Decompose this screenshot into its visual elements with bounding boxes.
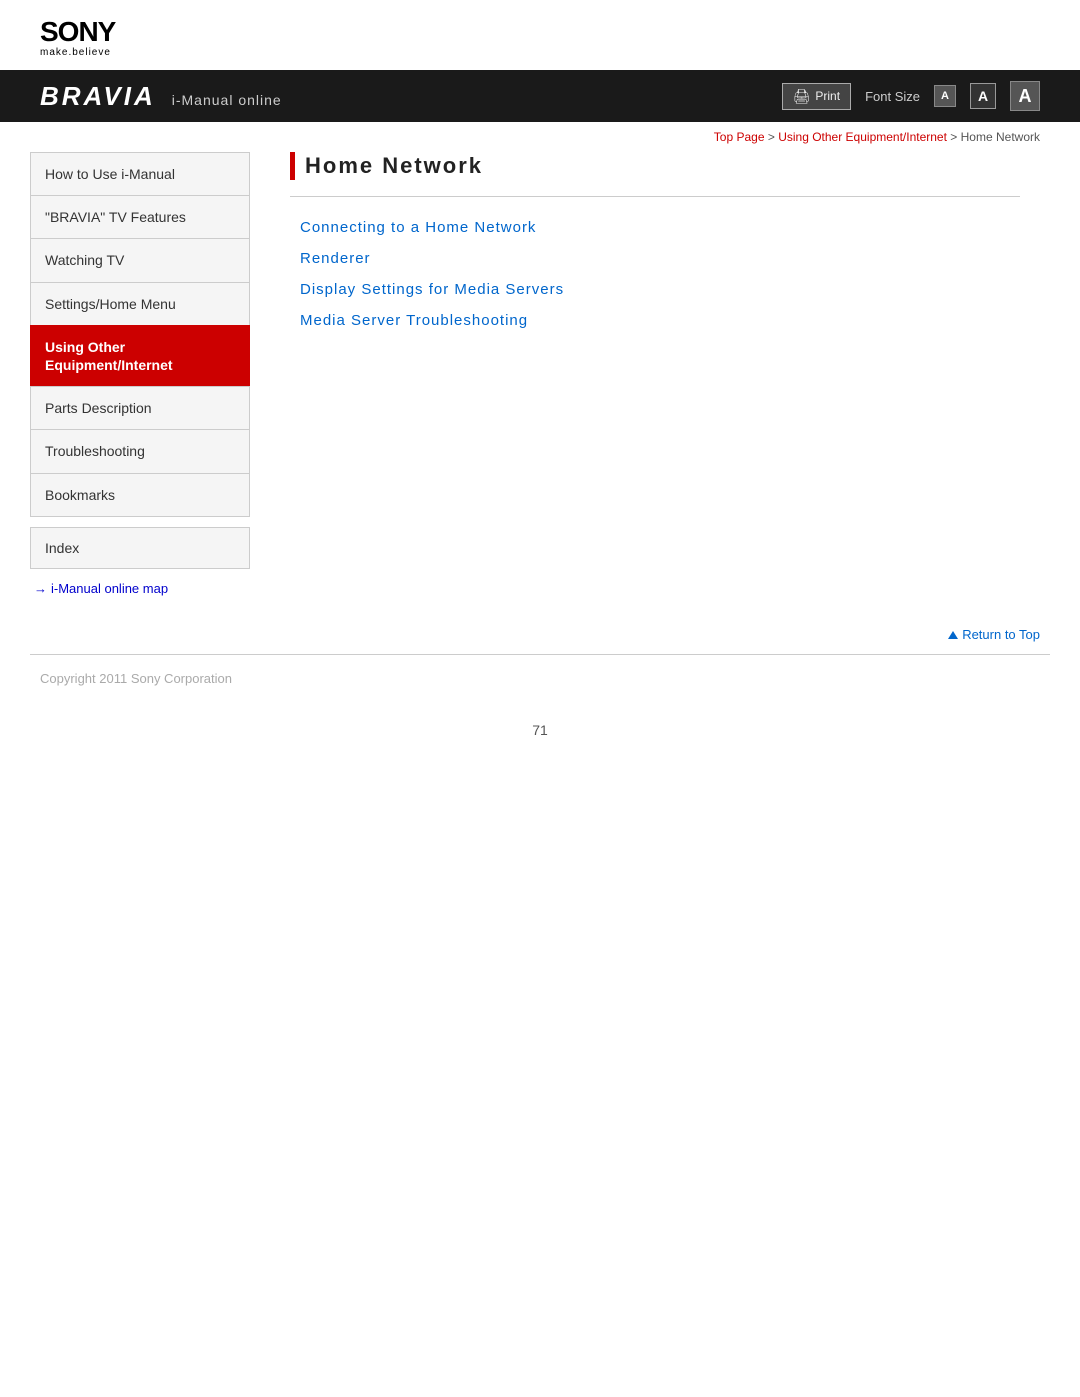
- bravia-brand: BRAVIA: [40, 81, 156, 112]
- print-icon: 🖨: [793, 88, 811, 105]
- sidebar-item-parts-desc[interactable]: Parts Description: [30, 386, 250, 429]
- return-top-bar: Return to Top: [0, 616, 1080, 654]
- breadcrumb-section[interactable]: Using Other Equipment/Internet: [778, 130, 947, 144]
- print-label: Print: [815, 89, 840, 103]
- font-medium-button[interactable]: A: [970, 83, 996, 109]
- link-renderer[interactable]: Renderer: [300, 250, 1020, 267]
- manual-map-link[interactable]: → i-Manual online map: [34, 581, 250, 596]
- footer-copyright: Copyright 2011 Sony Corporation: [0, 655, 1080, 702]
- map-link-text: i-Manual online map: [51, 581, 168, 596]
- sidebar-item-watching-tv[interactable]: Watching TV: [30, 238, 250, 281]
- logo-area: SONY make.believe: [0, 0, 1080, 70]
- content-links: Connecting to a Home Network Renderer Di…: [290, 219, 1020, 329]
- sidebar-map-link: → i-Manual online map: [30, 581, 250, 596]
- sidebar-item-troubleshooting[interactable]: Troubleshooting: [30, 429, 250, 472]
- sidebar-item-settings-home[interactable]: Settings/Home Menu: [30, 282, 250, 325]
- link-display-settings[interactable]: Display Settings for Media Servers: [300, 281, 1020, 298]
- manual-label: i-Manual online: [172, 92, 282, 108]
- sidebar-item-how-to-use[interactable]: How to Use i-Manual: [30, 152, 250, 195]
- font-small-button[interactable]: A: [934, 85, 956, 107]
- page-title: Home Network: [305, 153, 483, 179]
- sony-logo: SONY make.believe: [40, 18, 115, 58]
- sony-brand-text: SONY: [40, 18, 115, 46]
- sidebar-item-bravia-features[interactable]: "BRAVIA" TV Features: [30, 195, 250, 238]
- sidebar-item-bookmarks[interactable]: Bookmarks: [30, 473, 250, 517]
- title-accent-bar: [290, 152, 295, 180]
- page-title-row: Home Network: [290, 152, 1020, 180]
- content-area: Home Network Connecting to a Home Networ…: [250, 152, 1050, 596]
- top-bar: BRAVIA i-Manual online 🖨 Print Font Size…: [0, 70, 1080, 122]
- page-number: 71: [0, 702, 1080, 768]
- font-large-button[interactable]: A: [1010, 81, 1040, 111]
- breadcrumb-sep1: >: [768, 130, 778, 144]
- sidebar-item-using-other[interactable]: Using Other Equipment/Internet: [30, 325, 250, 386]
- breadcrumb-top-page[interactable]: Top Page: [714, 130, 765, 144]
- font-size-label: Font Size: [865, 89, 920, 104]
- bravia-title: BRAVIA i-Manual online: [40, 81, 282, 112]
- breadcrumb-current: Home Network: [961, 130, 1040, 144]
- main-layout: How to Use i-Manual "BRAVIA" TV Features…: [0, 152, 1080, 596]
- breadcrumb: Top Page > Using Other Equipment/Interne…: [0, 122, 1080, 148]
- title-divider: [290, 196, 1020, 197]
- link-media-server-troubleshooting[interactable]: Media Server Troubleshooting: [300, 312, 1020, 329]
- sidebar: How to Use i-Manual "BRAVIA" TV Features…: [30, 152, 250, 596]
- return-top-text: Return to Top: [962, 627, 1040, 642]
- sidebar-item-index[interactable]: Index: [30, 527, 250, 569]
- breadcrumb-sep2: >: [950, 130, 960, 144]
- arrow-right-icon: →: [34, 581, 47, 596]
- sony-tagline: make.believe: [40, 47, 115, 58]
- return-to-top-link[interactable]: Return to Top: [948, 627, 1040, 642]
- top-bar-controls: 🖨 Print Font Size A A A: [782, 81, 1040, 111]
- link-connecting-home-network[interactable]: Connecting to a Home Network: [300, 219, 1020, 236]
- print-button[interactable]: 🖨 Print: [782, 83, 851, 110]
- triangle-up-icon: [948, 631, 958, 639]
